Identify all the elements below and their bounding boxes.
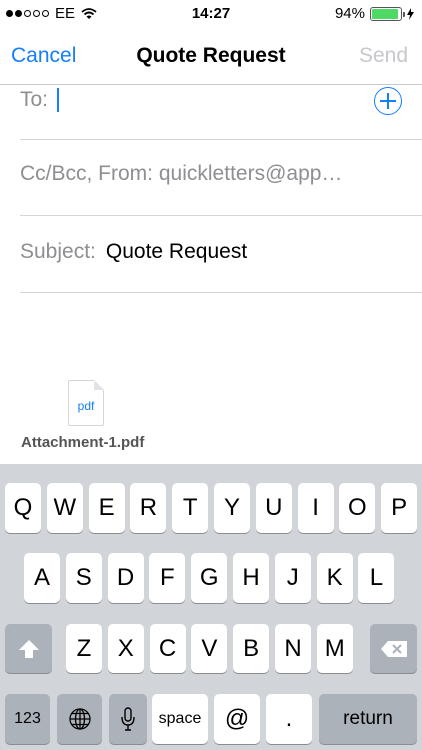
subject-value: Quote Request: [105, 240, 248, 263]
add-contact-icon[interactable]: [374, 87, 402, 115]
key-t[interactable]: T: [172, 483, 209, 533]
key-k[interactable]: K: [316, 553, 353, 603]
attachment-name: Attachment-1.pdf: [21, 434, 145, 451]
key-p[interactable]: P: [381, 483, 418, 533]
numbers-key[interactable]: 123: [5, 694, 50, 744]
to-field[interactable]: To:: [20, 84, 422, 140]
text-cursor: [57, 88, 59, 112]
key-e[interactable]: E: [88, 483, 125, 533]
key-x[interactable]: X: [107, 624, 144, 673]
dictation-key[interactable]: [109, 694, 147, 744]
key-y[interactable]: Y: [214, 483, 250, 533]
cc-bcc-from-label: Cc/Bcc, From:: [20, 162, 154, 185]
key-q[interactable]: Q: [5, 483, 41, 533]
globe-icon: [68, 708, 91, 730]
subject-field[interactable]: Subject: Quote Request: [20, 216, 422, 293]
microphone-icon: [121, 707, 135, 731]
subject-label: Subject:: [20, 240, 96, 263]
send-button[interactable]: Send: [359, 44, 408, 68]
key-n[interactable]: N: [275, 624, 311, 673]
battery-icon: [370, 6, 405, 21]
key-j[interactable]: J: [274, 553, 311, 603]
pdf-file-icon[interactable]: pdf: [68, 380, 104, 426]
key-v[interactable]: V: [191, 624, 228, 673]
to-label: To:: [20, 88, 49, 111]
key-l[interactable]: L: [358, 553, 395, 603]
status-bar: EE 14:27 94%: [0, 0, 422, 28]
key-g[interactable]: G: [191, 553, 228, 603]
keyboard: QWERTYUIOP ASDFGHJKL ZXCVBNM 123 space @…: [0, 464, 422, 750]
key-a[interactable]: A: [24, 553, 60, 603]
key-m[interactable]: M: [316, 624, 353, 673]
key-i[interactable]: I: [297, 483, 334, 533]
key-u[interactable]: U: [255, 483, 292, 533]
key-z[interactable]: Z: [66, 624, 102, 673]
at-key[interactable]: @: [214, 694, 260, 744]
globe-key[interactable]: [57, 694, 102, 744]
charging-bolt-icon: [407, 7, 414, 20]
shift-arrow-icon: [18, 639, 39, 658]
key-d[interactable]: D: [107, 553, 144, 603]
delete-key[interactable]: [370, 624, 417, 673]
backspace-icon: [380, 640, 407, 657]
dot-key[interactable]: .: [266, 694, 312, 744]
key-w[interactable]: W: [46, 483, 83, 533]
key-b[interactable]: B: [233, 624, 270, 673]
key-h[interactable]: H: [233, 553, 269, 603]
key-o[interactable]: O: [339, 483, 376, 533]
return-key[interactable]: return: [319, 694, 417, 744]
battery-percent: 94%: [334, 5, 365, 22]
cc-bcc-from-field[interactable]: Cc/Bcc, From: quickletters@app…: [20, 140, 422, 216]
space-key[interactable]: space: [152, 694, 208, 744]
navigation-bar: Cancel Quote Request Send: [0, 28, 422, 85]
from-address: quickletters@app…: [158, 162, 343, 185]
key-r[interactable]: R: [130, 483, 167, 533]
key-s[interactable]: S: [65, 553, 102, 603]
file-type-label: pdf: [77, 399, 95, 413]
key-c[interactable]: C: [149, 624, 186, 673]
shift-key[interactable]: [5, 624, 52, 673]
key-f[interactable]: F: [149, 553, 186, 603]
